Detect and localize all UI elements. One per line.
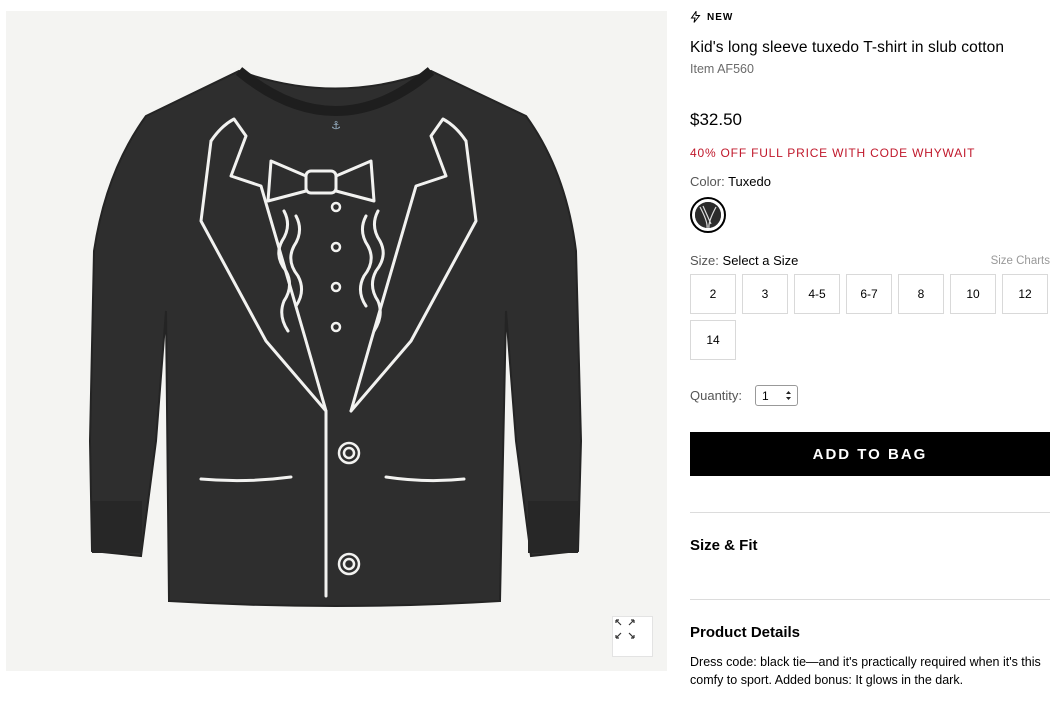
color-swatch-tuxedo[interactable] [690,197,726,233]
size-option[interactable]: 12 [1002,274,1048,314]
size-row: Size: Select a Size Size Charts [690,253,1050,268]
divider [690,512,1050,513]
swatch-image [695,202,721,228]
tuxedo-swatch-icon [695,202,721,228]
svg-text:⚓: ⚓ [331,119,341,132]
quantity-row: Quantity: 1 [690,385,799,406]
size-option[interactable]: 4-5 [794,274,840,314]
product-title: Kid's long sleeve tuxedo T-shirt in slub… [690,39,1005,56]
divider [690,599,1050,600]
promo-text: 40% OFF FULL PRICE WITH CODE WHYWAIT [690,146,976,160]
add-to-bag-button[interactable]: ADD TO BAG [690,432,1050,476]
color-value: Tuxedo [728,174,771,189]
size-charts-link[interactable]: Size Charts [991,255,1050,267]
updown-arrows-icon [786,391,792,400]
size-fit-toggle[interactable]: Size & Fit [690,537,758,554]
size-option[interactable]: 2 [690,274,736,314]
size-value: Select a Size [722,253,799,268]
color-label: Color: [690,174,725,189]
zoom-button[interactable] [612,616,653,657]
product-details-toggle[interactable]: Product Details [690,624,800,641]
lightning-icon [690,11,701,23]
size-option[interactable]: 10 [950,274,996,314]
size-option[interactable]: 8 [898,274,944,314]
product-price: $32.50 [690,110,742,129]
product-description: Dress code: black tie—and it's practical… [690,655,1041,687]
quantity-value: 1 [762,388,769,403]
size-option[interactable]: 6-7 [846,274,892,314]
item-number: Item AF560 [690,62,754,76]
color-row: Color: Tuxedo [690,174,771,189]
product-image[interactable]: ⚓ [6,11,667,671]
new-badge-label: NEW [707,11,734,23]
new-badge: NEW [690,11,733,23]
size-option[interactable]: 3 [742,274,788,314]
tuxedo-tshirt-illustration: ⚓ [88,67,583,607]
quantity-label: Quantity: [690,388,743,403]
size-option[interactable]: 14 [690,320,736,360]
expand-icon [615,619,635,639]
quantity-select[interactable]: 1 [755,385,799,406]
size-label: Size: [690,253,719,268]
